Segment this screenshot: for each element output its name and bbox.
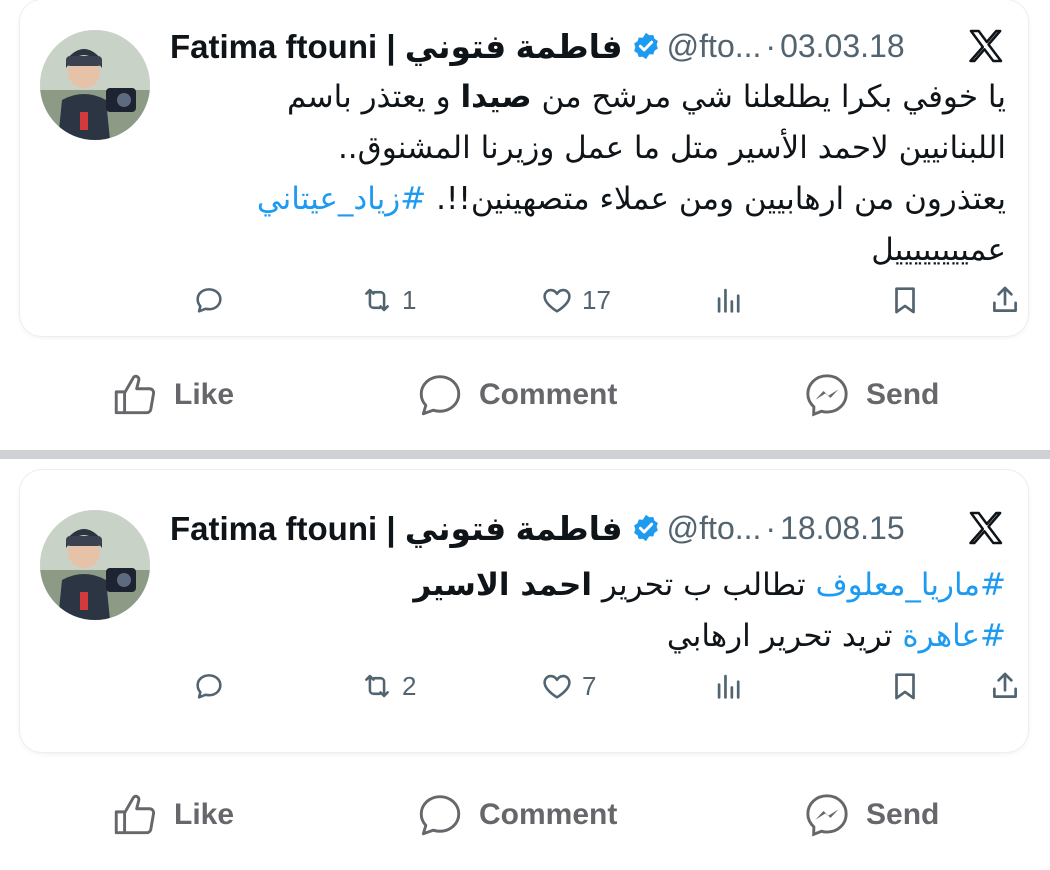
views-button[interactable] <box>712 669 746 703</box>
tweet-header: Fatima ftouni | فاطمة فتوني @fto... · 03… <box>170 24 1006 68</box>
tweet-text: يا خوفي بكرا يطلعلنا شي مرشح من صيدا و ي… <box>170 72 1006 276</box>
avatar-photo <box>40 30 150 140</box>
tweet-card[interactable]: Fatima ftouni | فاطمة فتوني @fto... · 18… <box>20 470 1028 752</box>
tweet-header: Fatima ftouni | فاطمة فتوني @fto... · 18… <box>170 506 1006 550</box>
like-button[interactable]: 17 <box>540 283 611 317</box>
verified-badge-icon <box>633 32 658 60</box>
author-name[interactable]: Fatima ftouni | فاطمة فتوني <box>170 509 623 548</box>
avatar-photo <box>40 510 150 620</box>
avatar[interactable] <box>40 510 150 620</box>
avatar[interactable] <box>40 30 150 140</box>
fb-send-label: Send <box>866 798 940 831</box>
like-heart-icon <box>543 674 571 699</box>
fb-like-button[interactable]: Like <box>110 790 234 840</box>
author-name[interactable]: Fatima ftouni | فاطمة فتوني <box>170 27 623 66</box>
views-icon <box>717 288 740 313</box>
text-segment: يا خوفي بكرا يطلعلنا شي مرشح من <box>531 79 1006 115</box>
tweet-card[interactable]: Fatima ftouni | فاطمة فتوني @fto... · 03… <box>20 0 1028 336</box>
fb-like-label: Like <box>174 378 235 411</box>
fb-send-button[interactable]: Send <box>802 370 939 420</box>
hashtag-link[interactable]: #ماريا_معلوف <box>815 567 1006 603</box>
x-logo-icon <box>969 29 1003 63</box>
retweet-icon <box>365 288 389 312</box>
like-heart-icon <box>543 288 571 313</box>
tweet-text-line: #ماريا_معلوف تطالب ب تحرير احمد الاسير <box>170 560 1006 611</box>
views-icon <box>717 674 740 699</box>
fb-comment-icon <box>419 795 461 836</box>
reply-button[interactable] <box>192 283 234 317</box>
verified-badge-icon <box>633 514 658 542</box>
fb-like-button[interactable]: Like <box>110 370 234 420</box>
text-segment: و يعتذر باسم <box>287 79 461 115</box>
tweet-date[interactable]: 18.08.15 <box>780 510 905 547</box>
reply-icon <box>196 288 222 313</box>
retweet-icon <box>365 674 389 698</box>
like-count: 7 <box>582 670 597 701</box>
fb-comment-label: Comment <box>479 798 618 831</box>
fb-send-button[interactable]: Send <box>802 790 939 840</box>
post-divider <box>0 450 1050 459</box>
fb-comment-button[interactable]: Comment <box>415 790 617 840</box>
share-icon <box>993 286 1017 312</box>
bookmark-icon <box>895 673 915 700</box>
fb-comment-label: Comment <box>479 378 618 411</box>
text-segment: تطالب ب تحرير <box>591 567 816 603</box>
retweet-button[interactable]: 2 <box>360 669 416 703</box>
share-button[interactable] <box>988 283 1022 317</box>
like-button[interactable]: 7 <box>540 669 596 703</box>
tweet-text-line: عمييييييييل <box>170 225 1006 276</box>
tweet-text-line: يعتذرون من ارهابيين ومن عملاء متصهينين!!… <box>170 174 1006 225</box>
fb-send-icon <box>806 374 848 417</box>
fb-send-label: Send <box>866 378 940 411</box>
hashtag-link[interactable]: #زياد_عيتاني <box>257 181 426 217</box>
post-action-bar: Like Comment Send <box>0 760 1050 870</box>
retweet-count: 1 <box>402 284 417 315</box>
tweet-actions: 1 17 <box>170 278 1017 322</box>
hashtag-link[interactable]: #عاهرة <box>902 618 1006 654</box>
text-segment: تريد تحرير ارهابي <box>666 618 903 654</box>
fb-like-icon <box>114 374 156 415</box>
tweet-text-line: يا خوفي بكرا يطلعلنا شي مرشح من صيدا و ي… <box>170 72 1006 123</box>
bookmark-icon <box>895 287 915 314</box>
reply-button[interactable] <box>192 669 234 703</box>
text-segment-bold: صيدا <box>460 79 532 115</box>
text-segment-bold: احمد الاسير <box>413 567 592 603</box>
text-segment: اللبنانيين لاحمد الأسير متل ما عمل وزيرن… <box>337 130 1006 166</box>
tweet-text: #ماريا_معلوف تطالب ب تحرير احمد الاسير #… <box>170 560 1006 662</box>
fb-comment-button[interactable]: Comment <box>415 370 617 420</box>
tweet-date[interactable]: 03.03.18 <box>780 28 905 65</box>
like-count: 17 <box>582 284 611 315</box>
tweet-text-line: اللبنانيين لاحمد الأسير متل ما عمل وزيرن… <box>170 123 1006 174</box>
tweet-text-line: #عاهرة تريد تحرير ارهابي <box>170 611 1006 662</box>
separator-dot: · <box>765 27 777 64</box>
author-handle[interactable]: @fto... <box>667 28 762 65</box>
views-button[interactable] <box>712 283 746 317</box>
retweet-button[interactable]: 1 <box>360 283 416 317</box>
retweet-count: 2 <box>402 670 417 701</box>
fb-like-icon <box>114 794 156 835</box>
author-handle[interactable]: @fto... <box>667 510 762 547</box>
x-logo-icon <box>969 511 1003 545</box>
text-segment: عمييييييييل <box>871 232 1006 268</box>
fb-like-label: Like <box>174 798 235 831</box>
tweet-actions: 2 7 <box>170 664 1017 708</box>
post-action-bar: Like Comment Send <box>0 340 1050 450</box>
text-segment: يعتذرون من ارهابيين ومن عملاء متصهينين!!… <box>426 181 1006 217</box>
reply-icon <box>196 674 222 699</box>
bookmark-button[interactable] <box>888 669 922 703</box>
separator-dot: · <box>765 509 777 546</box>
share-icon <box>993 672 1017 698</box>
share-button[interactable] <box>988 669 1022 703</box>
fb-comment-icon <box>419 375 461 416</box>
bookmark-button[interactable] <box>888 283 922 317</box>
fb-send-icon <box>806 794 848 837</box>
